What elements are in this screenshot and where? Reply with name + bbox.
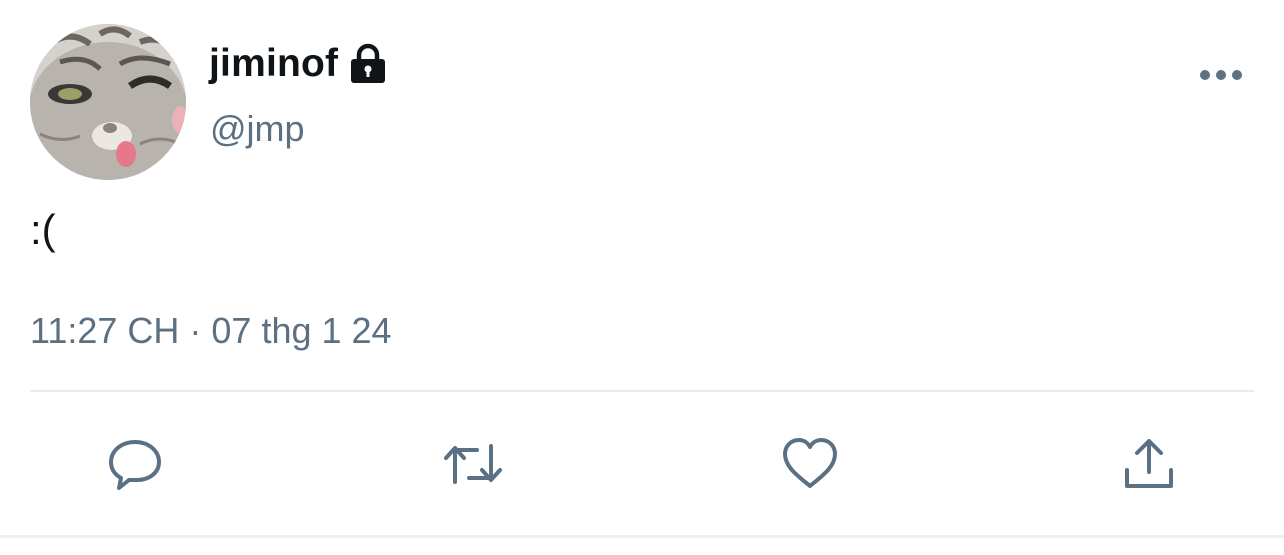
tweet-card: jiminof @jmp :( 11:27 CH · 07 thg 1 24 <box>0 0 1284 555</box>
retweet-button[interactable] <box>441 432 505 496</box>
divider <box>30 390 1254 392</box>
speech-bubble-icon <box>109 440 161 490</box>
retweet-arrows-icon <box>444 444 502 484</box>
heart-icon <box>783 438 837 488</box>
share-upload-icon <box>1125 439 1173 488</box>
tweet-timestamp[interactable]: 11:27 CH · 07 thg 1 24 <box>30 310 392 352</box>
reply-button[interactable] <box>103 432 167 496</box>
avatar[interactable] <box>30 24 186 180</box>
like-button[interactable] <box>778 432 842 496</box>
lock-icon <box>351 43 386 83</box>
share-button[interactable] <box>1117 432 1181 496</box>
user-handle[interactable]: @jmp <box>210 108 305 150</box>
more-options-button[interactable] <box>1196 56 1246 94</box>
display-name[interactable]: jiminof <box>209 42 338 86</box>
more-dots-icon <box>1200 70 1242 80</box>
cat-face-icon <box>30 24 186 180</box>
bottom-divider <box>0 535 1284 538</box>
author-name-row: jiminof <box>209 36 388 92</box>
tweet-text: :( <box>30 206 56 253</box>
